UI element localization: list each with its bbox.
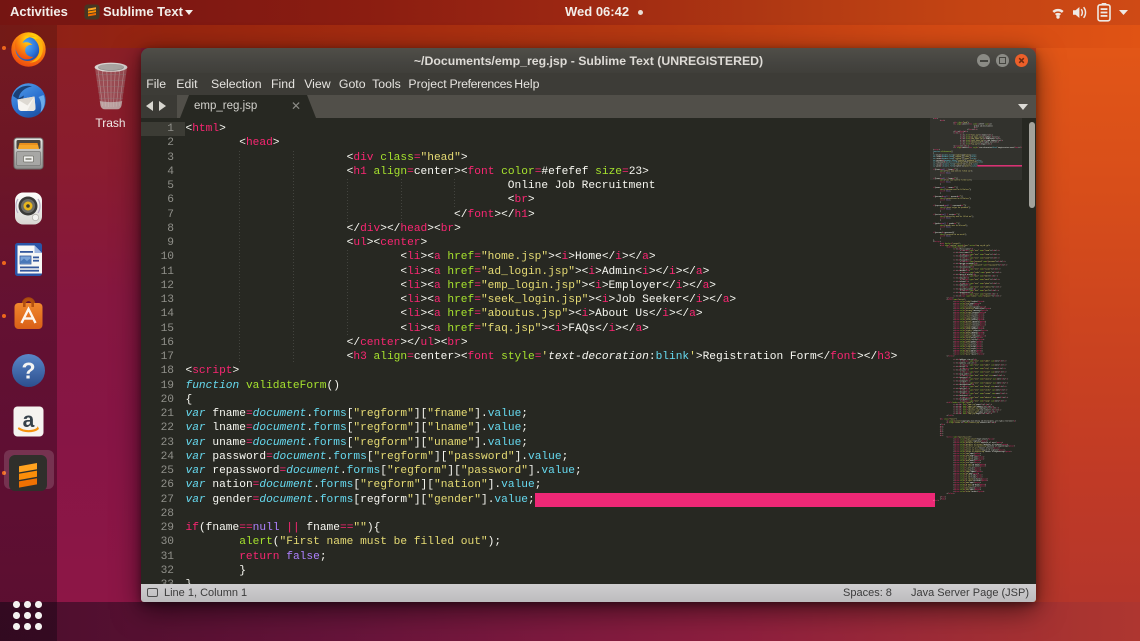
svg-text:?: ? <box>21 357 35 383</box>
svg-text:a: a <box>23 409 35 432</box>
